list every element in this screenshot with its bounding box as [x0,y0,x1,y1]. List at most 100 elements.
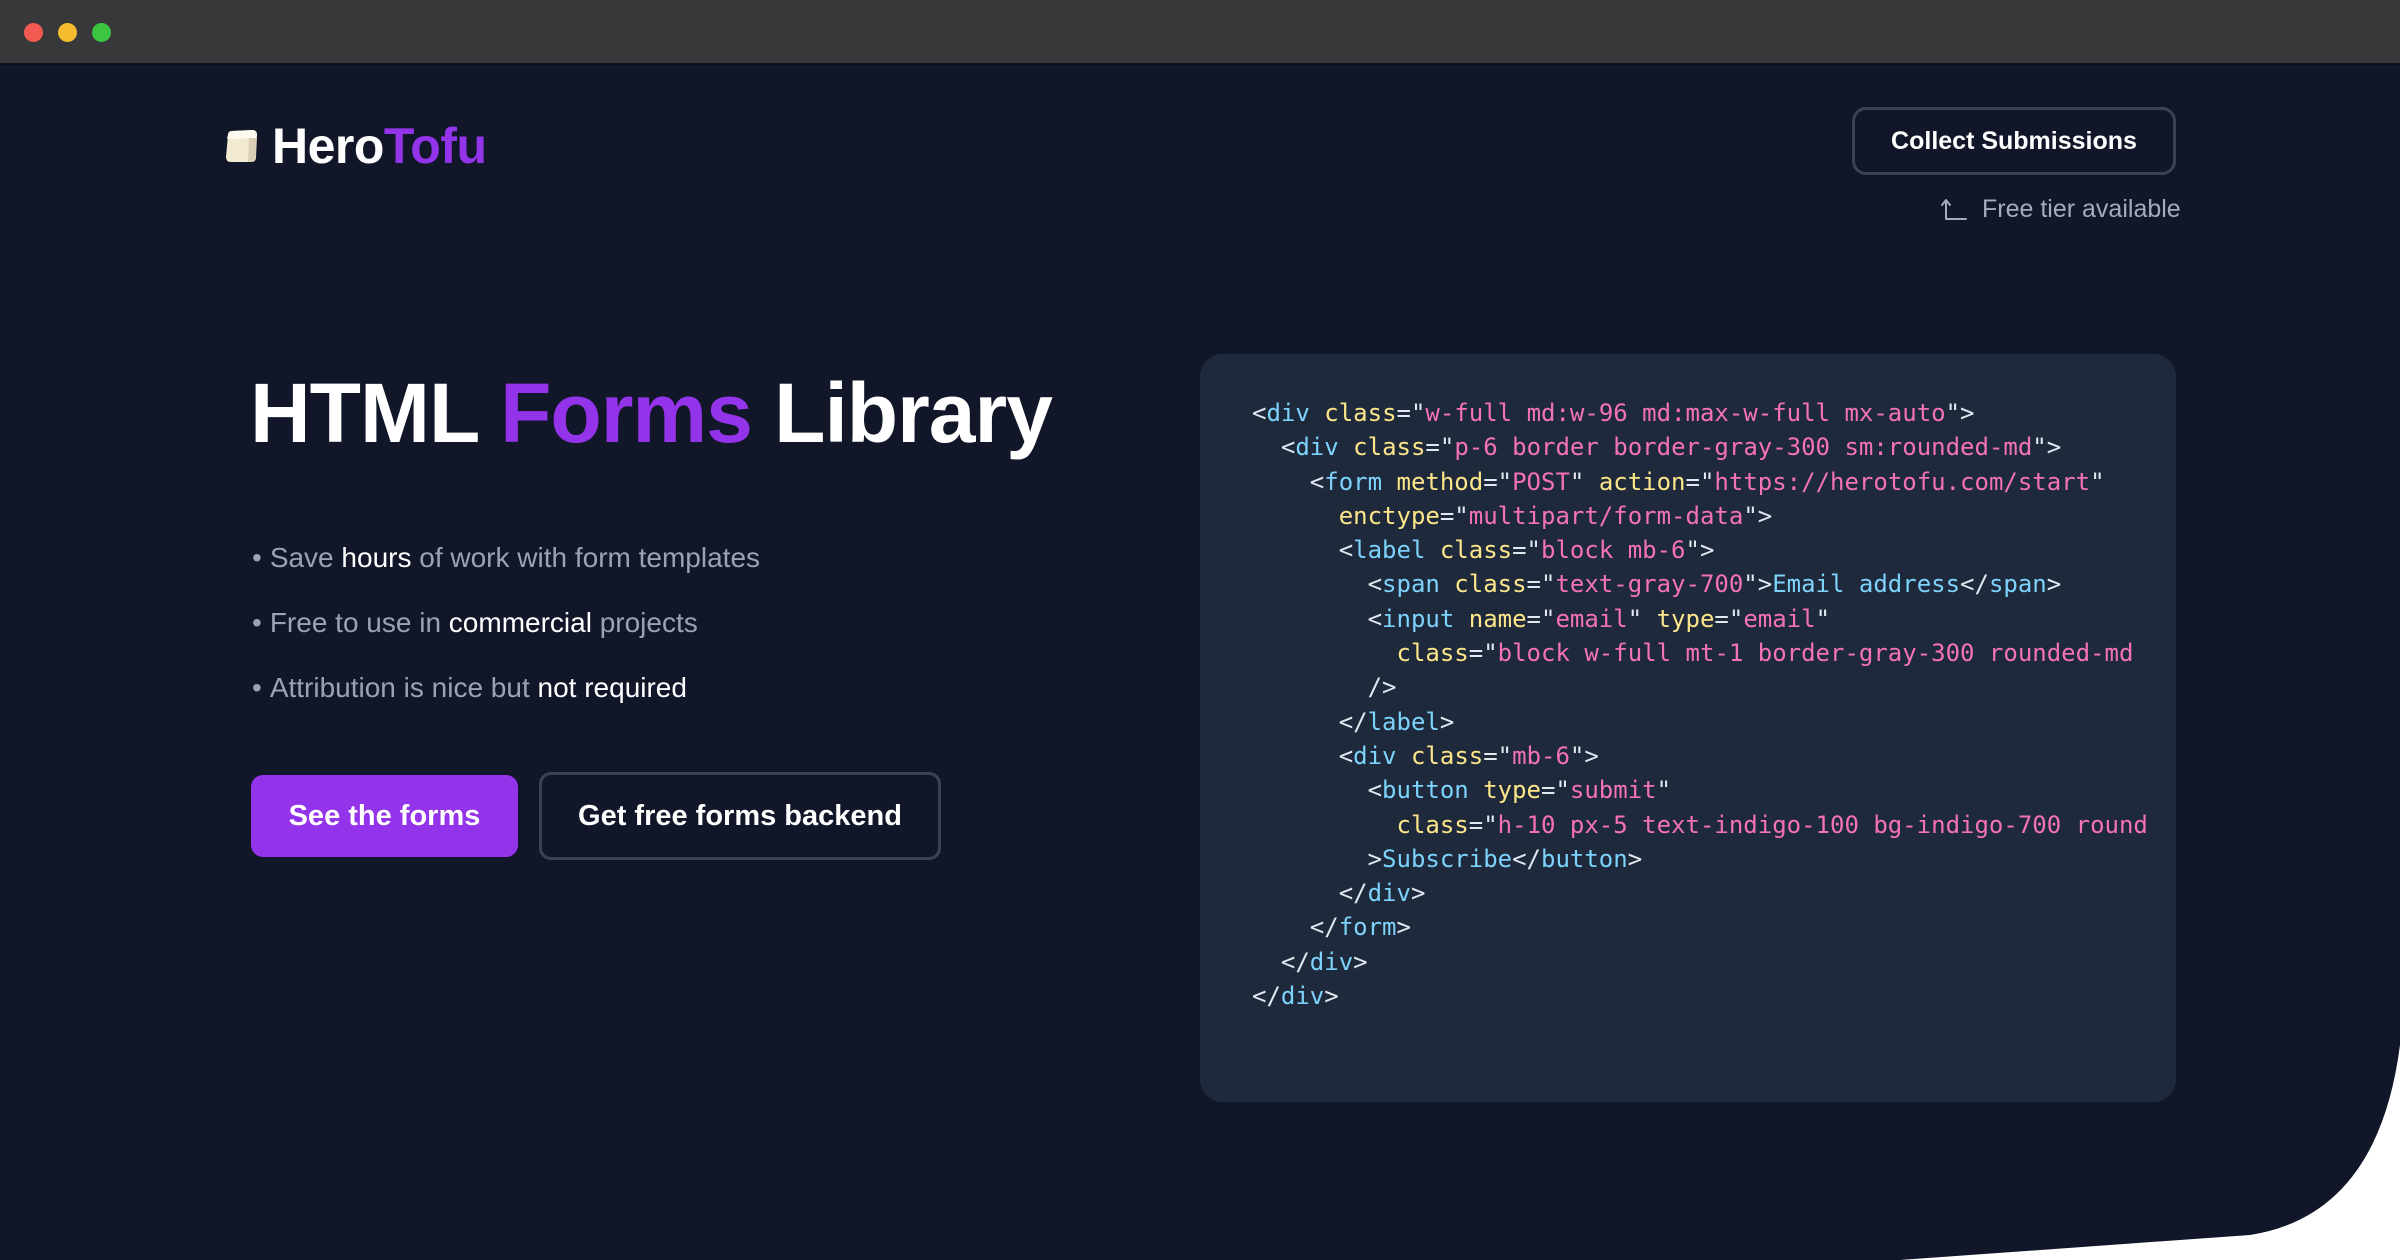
feature-item: •Attribution is nice but not required [252,655,760,720]
code-token: method [1397,468,1484,496]
code-line: <div class="w-full md:w-96 md:max-w-full… [1252,396,2176,430]
code-line: class="block w-full mt-1 border-gray-300… [1252,636,2176,670]
code-token: "> [1743,570,1772,598]
code-token [1397,742,1411,770]
code-line: >Subscribe</button> [1252,842,2176,876]
code-token: label [1368,708,1440,736]
code-token: email [1743,605,1815,633]
code-line: </div> [1252,945,2176,979]
title-part-library: Library [752,366,1052,460]
code-token: class [1440,536,1512,564]
free-tier-note: Free tier available [1940,189,2181,229]
code-token: button [1541,845,1628,873]
minimize-window-button[interactable] [58,23,77,42]
code-token [1469,776,1483,804]
code-token: span [1989,570,2047,598]
code-token: w-full md:w-96 md:max-w-full mx-auto [1425,399,1945,427]
code-token: block mb-6 [1541,536,1686,564]
code-token: div [1353,742,1396,770]
code-token: div [1295,433,1338,461]
code-token: div [1310,948,1353,976]
code-token [1252,502,1339,530]
code-line: class="h-10 px-5 text-indigo-100 bg-indi… [1252,808,2176,842]
bullet: • [252,542,262,573]
logo-text: HeroTofu [272,117,487,175]
code-token: div [1266,399,1309,427]
collect-submissions-button[interactable]: Collect Submissions [1852,107,2176,175]
see-the-forms-button[interactable]: See the forms [251,775,518,857]
code-token: < [1252,570,1382,598]
feature-highlight: commercial [449,607,592,638]
code-token: < [1252,776,1382,804]
feature-text: Save [270,542,342,573]
code-token: form [1324,468,1382,496]
code-token [1252,811,1397,839]
code-token: > [1252,845,1382,873]
code-token: " [2090,468,2104,496]
code-line: </label> [1252,705,2176,739]
code-token: </ [1512,845,1541,873]
code-token [1425,536,1439,564]
code-token: </ [1960,570,1989,598]
code-token: </ [1252,982,1281,1010]
code-token: multipart/form-data [1469,502,1744,530]
code-line: <button type="submit" [1252,773,2176,807]
code-token: > [1397,913,1411,941]
close-window-button[interactable] [24,23,43,42]
code-token [1440,570,1454,598]
code-token: enctype [1339,502,1440,530]
code-token: </ [1252,913,1339,941]
code-token: form [1339,913,1397,941]
code-line: <form method="POST" action="https://hero… [1252,465,2176,499]
code-token: Subscribe [1382,845,1512,873]
zoom-window-button[interactable] [92,23,111,42]
code-token: </ [1252,708,1368,736]
code-token: mb-6 [1512,742,1570,770]
browser-window: HeroTofu Collect Submissions Free tier a… [0,0,2400,1260]
feature-item: • Save hours of work with form templates [252,525,760,590]
code-token: div [1281,982,1324,1010]
code-token: block w-full mt-1 border-gray-300 rounde… [1498,639,2134,667]
page-title: HTML Forms Library [250,365,1052,462]
code-token: =" [1397,399,1426,427]
code-token: submit [1570,776,1657,804]
code-token: "> [1946,399,1975,427]
get-free-forms-backend-button[interactable]: Get free forms backend [539,772,941,860]
code-token: < [1252,536,1353,564]
code-token: class [1397,639,1469,667]
logo-text-hero: Hero [272,118,384,174]
code-token: "> [2032,433,2061,461]
herotofu-logo[interactable]: HeroTofu [222,111,487,181]
code-token: /> [1252,673,1397,701]
code-token: div [1368,879,1411,907]
code-token: > [1411,879,1425,907]
code-token: class [1397,811,1469,839]
code-line: </form> [1252,910,2176,944]
feature-highlight: hours [341,542,411,573]
code-token: "> [1570,742,1599,770]
code-token: button [1382,776,1469,804]
code-token: name [1469,605,1527,633]
feature-text: Attribution is nice but [270,672,538,703]
code-token: =" [1440,502,1469,530]
code-line: <span class="text-gray-700">Email addres… [1252,567,2176,601]
code-snippet-panel: <div class="w-full md:w-96 md:max-w-full… [1200,354,2176,1102]
code-token: input [1382,605,1454,633]
code-line: enctype="multipart/form-data"> [1252,499,2176,533]
title-part-html: HTML [250,366,500,460]
code-token: =" [1469,639,1498,667]
code-token: =" [1425,433,1454,461]
code-token: type [1657,605,1715,633]
landing-page: HeroTofu Collect Submissions Free tier a… [0,65,2400,1260]
code-token: < [1252,742,1353,770]
code-token: class [1353,433,1425,461]
feature-text: projects [592,607,698,638]
code-token: action [1599,468,1686,496]
code-token: class [1454,570,1526,598]
feature-text: of work with form templates [411,542,760,573]
code-token: =" [1483,468,1512,496]
feature-list: •Save hours of work with form templates … [252,525,760,720]
bullet: • [252,672,262,703]
code-token: " [1816,605,1830,633]
code-token: =" [1541,776,1570,804]
